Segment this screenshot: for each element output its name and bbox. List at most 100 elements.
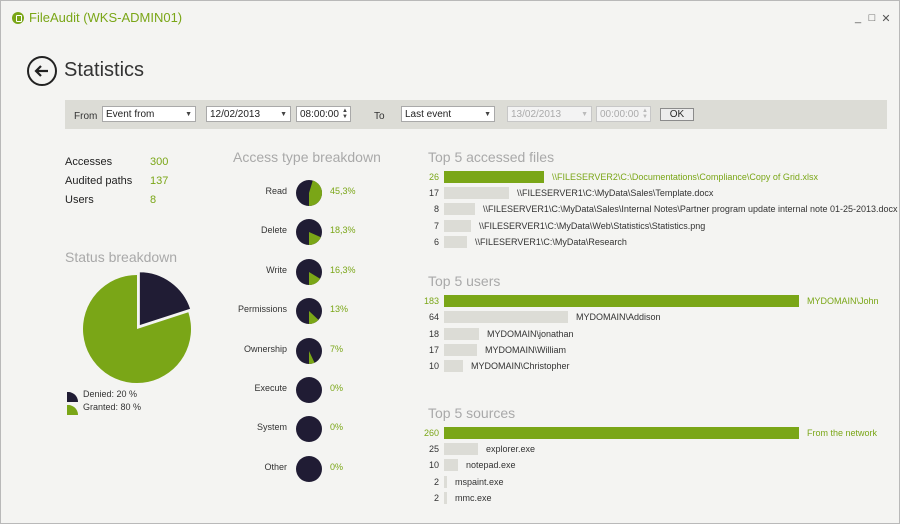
denied-legend-swatch — [67, 389, 79, 402]
ok-button[interactable]: OK — [660, 108, 694, 121]
access-type-percent: 7% — [330, 343, 344, 354]
access-type-percent: 0% — [330, 461, 344, 472]
from-date-picker[interactable]: 12/02/2013 ▼ — [206, 106, 291, 122]
bar-label: mspaint.exe — [455, 476, 504, 487]
bar-fill — [444, 219, 471, 232]
bar-count: 6 — [433, 236, 439, 247]
access-type-pie — [296, 258, 322, 285]
audited-paths-label: Audited paths — [65, 175, 133, 187]
bar-fill — [444, 360, 463, 373]
pie-background — [296, 416, 322, 443]
access-type-pie — [296, 298, 322, 325]
access-type-label: Permissions — [237, 304, 287, 315]
from-mode-select[interactable]: Event from ▼ — [102, 106, 196, 122]
back-button[interactable] — [27, 56, 57, 86]
pie-background — [296, 377, 322, 403]
bar-fill — [444, 327, 479, 340]
bar-count: 18 — [428, 328, 439, 339]
bar-label: \\FILESERVER1\C:\MyData\Research — [475, 236, 627, 247]
bar-fill — [444, 171, 544, 183]
bar-fill — [444, 187, 509, 200]
accesses-label: Accesses — [65, 156, 113, 168]
bar-count: 2 — [433, 492, 439, 503]
access-type-percent: 45,3% — [330, 186, 356, 196]
access-type-label: Read — [265, 186, 287, 196]
bar-label: MYDOMAIN\Christopher — [471, 361, 570, 372]
from-time-value: 08:00:00 — [300, 109, 339, 120]
spinner-icon[interactable]: ▲ ▼ — [342, 108, 348, 120]
access-type-pie — [296, 337, 322, 364]
chevron-down-icon: ▼ — [484, 111, 491, 118]
from-mode-value: Event from — [106, 109, 155, 120]
to-date-value: 13/02/2013 — [511, 109, 562, 120]
bar-label: MYDOMAIN\Addison — [576, 312, 661, 323]
access-type-pie — [296, 219, 322, 246]
page-title: Statistics — [64, 59, 145, 81]
from-time-field[interactable]: 08:00:00 ▲ ▼ — [296, 106, 351, 122]
to-time-value: 00:00:00 — [600, 109, 639, 120]
bar-count: 17 — [428, 344, 439, 355]
bar-fill — [444, 491, 447, 504]
chevron-down-icon: ▼ — [581, 111, 588, 118]
to-label: To — [374, 111, 385, 122]
access-type-label: Write — [266, 264, 287, 275]
access-type-label: Execute — [254, 383, 287, 393]
window-title: FileAudit (WKS-ADMIN01) — [29, 10, 183, 25]
pie-background — [296, 455, 322, 482]
bar-fill — [444, 235, 467, 248]
bar-fill — [444, 475, 447, 488]
status-breakdown-title: Status breakdown — [65, 249, 178, 265]
to-mode-select[interactable]: Last event ▼ — [401, 106, 495, 122]
bar-label: MYDOMAIN\William — [485, 344, 566, 355]
access-type-pie — [296, 455, 322, 482]
access-type-percent: 0% — [330, 422, 344, 433]
top-users-title: Top 5 users — [428, 273, 501, 289]
access-type-label: Delete — [260, 225, 287, 236]
to-time-field: 00:00:00 ▲ ▼ — [596, 106, 651, 122]
bar-count: 25 — [428, 444, 439, 455]
bar-fill — [444, 343, 477, 356]
accesses-value: 300 — [150, 156, 169, 168]
to-mode-value: Last event — [405, 109, 452, 120]
access-type-percent: 13% — [330, 304, 349, 315]
bar-count: 2 — [433, 476, 439, 487]
access-type-label: Other — [264, 461, 287, 472]
bar-label: From the network — [807, 428, 878, 438]
bar-label: \\FILESERVER1\C:\MyData\Web\Statistics\S… — [479, 220, 706, 231]
minimize-button[interactable]: _ — [852, 12, 864, 24]
bar-count: 10 — [428, 460, 439, 471]
from-label: From — [74, 111, 98, 122]
back-arrow-icon — [34, 65, 48, 77]
to-date-picker: 13/02/2013 ▼ — [507, 106, 592, 122]
access-type-pie — [296, 180, 323, 206]
bar-count: 17 — [428, 188, 439, 199]
bar-fill — [444, 203, 475, 216]
bar-fill — [444, 427, 799, 439]
bar-count: 26 — [428, 172, 439, 182]
bar-count: 64 — [428, 312, 439, 323]
bar-fill — [444, 295, 799, 307]
top-files-title: Top 5 accessed files — [428, 149, 555, 165]
granted-legend-swatch — [67, 402, 79, 415]
app-logo-icon — [12, 12, 24, 24]
bar-count: 183 — [423, 296, 439, 306]
bar-fill — [444, 443, 478, 456]
chevron-down-icon: ▼ — [185, 111, 192, 118]
bar-label: MYDOMAIN\John — [807, 296, 879, 306]
granted-legend-label: Granted: 80 % — [83, 402, 142, 412]
bar-count: 7 — [433, 220, 439, 231]
from-date-value: 12/02/2013 — [210, 109, 261, 120]
access-type-percent: 18,3% — [330, 225, 356, 236]
status-pie-chart — [83, 271, 192, 383]
bar-label: notepad.exe — [466, 460, 516, 471]
maximize-button[interactable]: □ — [866, 12, 878, 24]
users-label: Users — [65, 194, 94, 206]
access-type-percent: 0% — [330, 383, 344, 393]
access-type-title: Access type breakdown — [233, 149, 381, 165]
users-value: 8 — [150, 194, 157, 206]
bar-label: MYDOMAIN\jonathan — [487, 328, 574, 339]
close-button[interactable]: ✕ — [880, 12, 892, 25]
bar-label: \\FILESERVER1\C:\MyData\Sales\Template.d… — [517, 188, 714, 199]
bar-label: explorer.exe — [486, 444, 536, 455]
bar-label: mmc.exe — [455, 492, 492, 503]
